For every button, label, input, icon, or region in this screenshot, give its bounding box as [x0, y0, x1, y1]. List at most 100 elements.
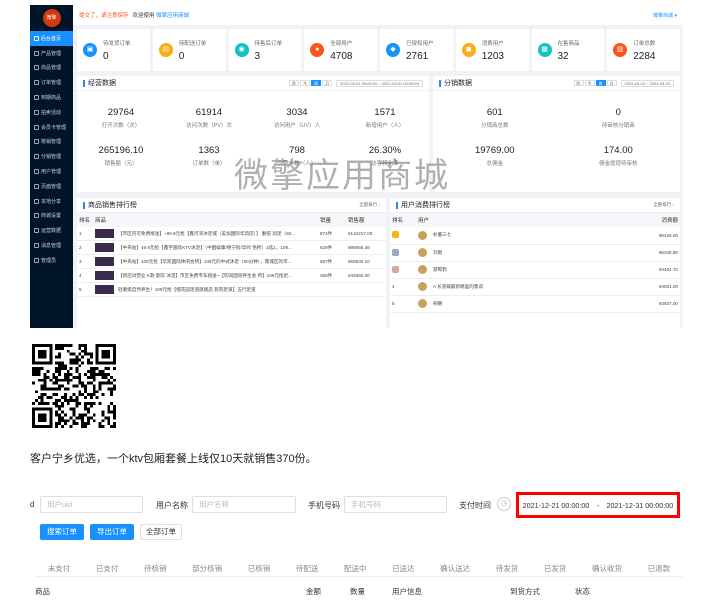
- period-tab[interactable]: 周: [311, 80, 322, 86]
- stat-card-label: 待售后订单: [254, 40, 283, 47]
- sidebar-item[interactable]: 订单管理: [30, 75, 73, 90]
- period-tab[interactable]: 今: [300, 80, 311, 86]
- sidebar-item[interactable]: 分销管理: [30, 149, 73, 164]
- export-orders-button[interactable]: 导出订单: [90, 524, 134, 540]
- sales-cell: 587件: [318, 254, 346, 269]
- sidebar-item[interactable]: 产品管理: [30, 46, 73, 61]
- stat-card-icon: ●: [310, 43, 325, 57]
- table-row[interactable]: 游鹭鸦 ¥4454.70: [390, 261, 680, 279]
- warning-text: 提交了，请注意保存: [79, 13, 129, 19]
- table-row[interactable]: 4 A 长泥鎮最新哪里的鲁谅 ¥4031.00: [390, 278, 680, 296]
- period-tab[interactable]: 月: [606, 80, 617, 86]
- stat-card-icon: ▥: [613, 43, 628, 57]
- column-header: 到货方式: [510, 587, 540, 596]
- stat-card[interactable]: ◆ 已授权用户 2761: [380, 29, 453, 71]
- goods-rank-more-link[interactable]: 全部排行 ›: [359, 202, 380, 208]
- user-menu[interactable]: 微擎商城 ▾: [653, 12, 677, 19]
- sidebar-item[interactable]: 运营数据: [30, 223, 73, 238]
- username-input[interactable]: 用户名称: [192, 496, 296, 513]
- rank-cell: 1: [77, 227, 93, 241]
- operations-date-range[interactable]: 2022-03-01 00:00:00 ~ 2022-03-01 00:00:0…: [336, 79, 423, 87]
- stat-card[interactable]: ● 全部用户 4708: [304, 29, 377, 71]
- status-tab[interactable]: 已送达: [392, 563, 415, 574]
- phone-input[interactable]: 手机号码: [344, 496, 447, 513]
- amount-cell: ¥6348.80: [613, 244, 680, 262]
- stat-card[interactable]: ▥ 订单总数 2284: [607, 29, 680, 71]
- period-tab[interactable]: 今: [584, 80, 595, 86]
- table-row[interactable]: 1 【市区内可免费接送】~99.9元抢【鑫河湾沐足城（美加国际华韵店）】 翻倍 润…: [77, 227, 386, 241]
- stat-value: 29764: [107, 107, 135, 118]
- status-tab[interactable]: 已发货: [544, 563, 567, 574]
- uid-input[interactable]: 用户uid: [40, 496, 143, 513]
- sidebar-item[interactable]: 商城设置: [30, 209, 73, 224]
- status-tab[interactable]: 待配送: [296, 563, 319, 574]
- distribution-tabs: 昨今周月: [573, 80, 617, 86]
- sidebar-item-label: 管理员: [41, 257, 57, 264]
- column-header: 消费额: [613, 213, 680, 227]
- menu-item-icon: [34, 257, 39, 263]
- period-tab[interactable]: 月: [322, 80, 333, 86]
- user-cell: A 长泥鎮最新哪里的鲁谅: [416, 278, 614, 296]
- stat-card[interactable]: ◉ 待售后订单 3: [228, 29, 302, 71]
- stat-value: 601: [486, 107, 503, 118]
- sidebar-item[interactable]: 会员卡管理: [30, 120, 73, 135]
- paytime-range-input[interactable]: 2021-12-21 00:00:00 - 2021-12-31 00:00:0…: [516, 492, 680, 518]
- table-row[interactable]: 5 枳朝 ¥3937.00: [390, 295, 680, 313]
- period-tab[interactable]: 昨: [289, 80, 300, 86]
- sidebar-item-label: 页面管理: [41, 183, 62, 190]
- rank-cell: [390, 261, 416, 279]
- stat-card-label: 全部用户: [330, 40, 353, 47]
- table-row[interactable]: 5 轻奢级自然养生！109元抢【缦花园足道旗舰店 影院足道】五行足道: [77, 282, 386, 297]
- product-thumbnail: [95, 243, 114, 252]
- sidebar-item[interactable]: 商品管理: [30, 61, 73, 76]
- sidebar-item-label: 商品管理: [41, 65, 62, 72]
- user-rank-more-link[interactable]: 全部排行 ›: [653, 202, 674, 208]
- goods-rank-title: 商品销售排行榜: [88, 202, 137, 209]
- rank-cell: 2: [77, 240, 93, 255]
- stat-card[interactable]: ▦ 在售商品 32: [531, 29, 605, 71]
- sidebar-item[interactable]: 核销管理: [30, 135, 73, 150]
- status-tab[interactable]: 确认送达: [440, 563, 470, 574]
- avatar: [418, 230, 427, 240]
- status-tab[interactable]: 已核销: [248, 563, 271, 574]
- table-row[interactable]: 3 【中央站】109元抢【华凯国际休闲会所】109元的中式沐足（60分钟），需城区…: [77, 254, 386, 269]
- period-tab[interactable]: 昨: [573, 80, 584, 86]
- status-tab[interactable]: 已退款: [648, 563, 671, 574]
- status-tab[interactable]: 待发货: [496, 563, 519, 574]
- sidebar-item[interactable]: 用户管理: [30, 164, 73, 179]
- sidebar-item[interactable]: 消息管理: [30, 238, 73, 253]
- table-row[interactable]: 4 【新店试营业 K歌 影院 沐足】市区免费专车接送~【钧润国际养生会 所】109…: [77, 268, 386, 283]
- avatar: [418, 299, 427, 308]
- sidebar-item[interactable]: 页面管理: [30, 179, 73, 194]
- sidebar-item[interactable]: 管理员: [30, 253, 73, 268]
- status-tab[interactable]: 未支付: [48, 563, 71, 574]
- distribution-panel: 分销数据 昨今周月 2022-03-23 ~ 2022-03-23 601 分销商…: [433, 76, 680, 192]
- menu-item-icon: [34, 65, 39, 71]
- column-header: 排名: [77, 213, 93, 227]
- status-tab[interactable]: 配送中: [344, 563, 367, 574]
- status-tab[interactable]: 已支付: [96, 563, 119, 574]
- sidebar-item[interactable]: 本地分享: [30, 194, 73, 209]
- status-tab[interactable]: 确认收货: [592, 563, 622, 574]
- status-tab[interactable]: 部分核销: [192, 563, 222, 574]
- stat-card-icon: ▣: [83, 43, 97, 57]
- stat-card[interactable]: ◼ 消费用户 1203: [455, 29, 529, 71]
- stat-card[interactable]: ▤ 待配送订单 0: [152, 29, 226, 71]
- table-row[interactable]: 杉董三七 ¥6426.00: [390, 227, 680, 245]
- table-row[interactable]: 2 【中央站】49.9元抢【鑫宇国际KTV沐足】（中国娱康/德宁街/华鸣 悟所）3…: [77, 240, 386, 255]
- caption-text: 客户宁乡优选，一个ktv包厢套餐上线仅10天就销售370份。: [30, 453, 317, 465]
- all-orders-button[interactable]: 全部订单: [140, 524, 182, 540]
- menu-item-icon: [34, 243, 39, 249]
- stat-card-value: 2761: [406, 50, 429, 62]
- table-row[interactable]: 刘雨 ¥6348.80: [390, 244, 680, 262]
- sidebar-item[interactable]: 后台首页: [30, 31, 73, 46]
- sidebar-item[interactable]: 拍卖活动: [30, 105, 73, 120]
- sidebar-item-label: 用户管理: [41, 169, 62, 176]
- stat-card[interactable]: ▣ 待发货订单 0: [77, 29, 150, 71]
- period-tab[interactable]: 周: [595, 80, 606, 86]
- menu-item-icon: [34, 198, 39, 204]
- sidebar-item[interactable]: 到期商品: [30, 90, 73, 105]
- status-tab[interactable]: 待核销: [144, 563, 167, 574]
- distribution-date-range[interactable]: 2022-03-23 ~ 2022-03-23: [620, 79, 674, 87]
- search-orders-button[interactable]: 搜索订单: [40, 524, 84, 540]
